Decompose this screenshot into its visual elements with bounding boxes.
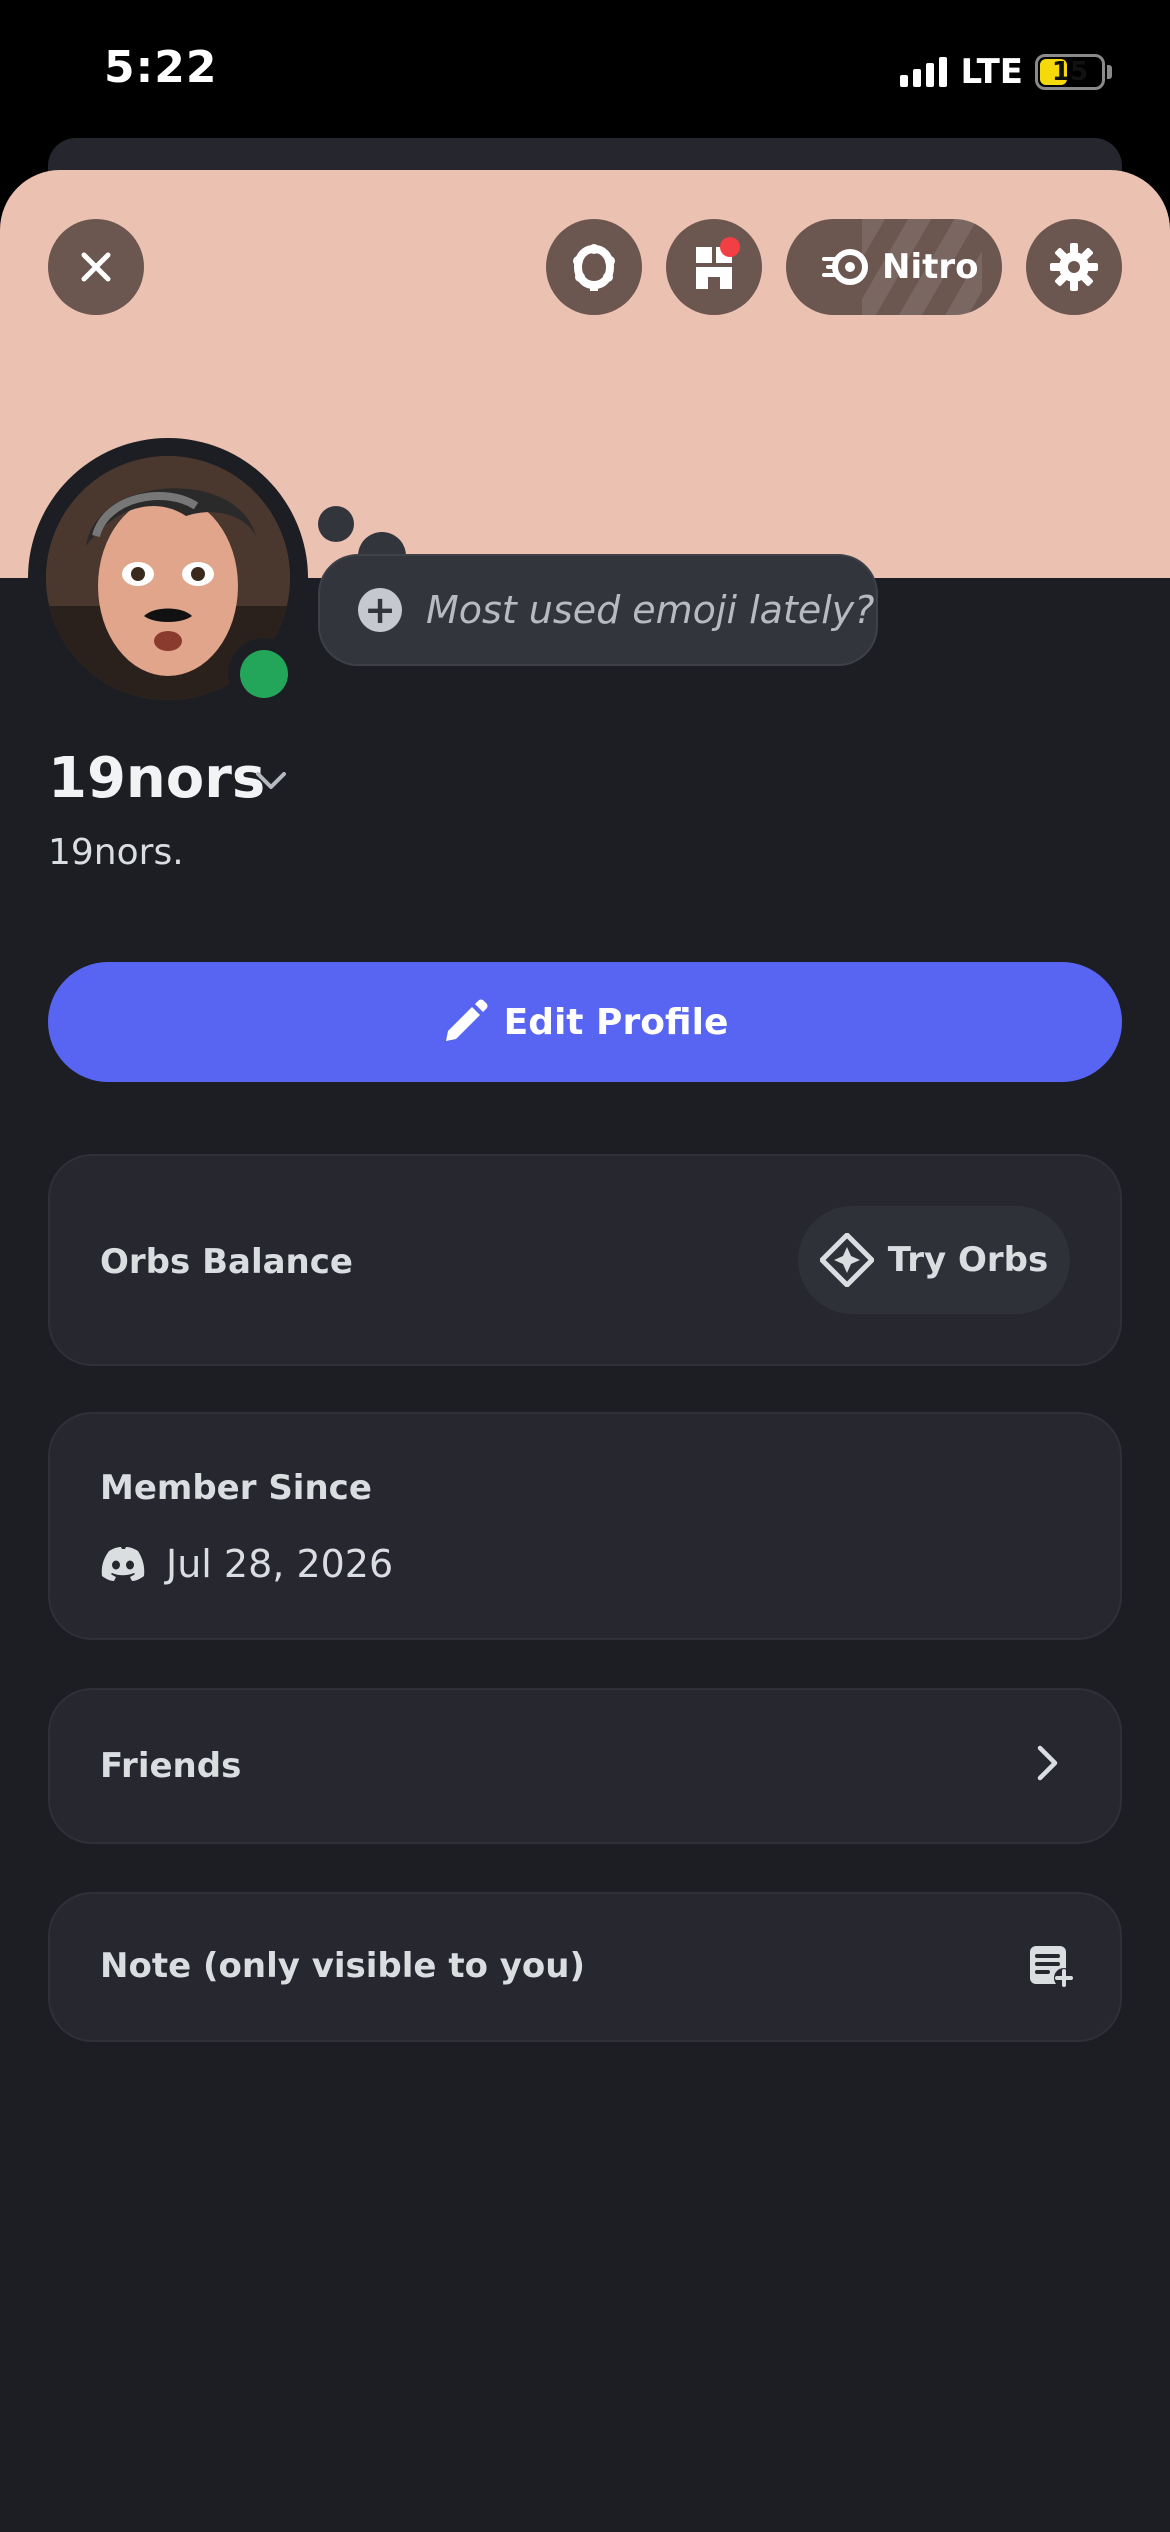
edit-profile-label: Edit Profile [503,1001,729,1043]
chevron-down-icon[interactable] [254,770,288,792]
try-orbs-button[interactable]: Try Orbs [798,1206,1070,1314]
close-icon [81,252,111,282]
online-status-dot [240,650,288,698]
thought-dot [318,506,354,542]
edit-profile-button[interactable]: Edit Profile [48,962,1122,1082]
network-label: LTE [960,52,1023,92]
orbs-balance-card: Orbs Balance Try Orbs [48,1154,1122,1366]
status-time: 5:22 [104,42,218,93]
nitro-button[interactable]: Nitro [786,219,1002,315]
orb-icon [819,1233,874,1287]
pencil-icon [445,999,488,1041]
nitro-label: Nitro [882,247,979,287]
wreath-icon [573,244,615,291]
friends-card[interactable]: Friends [48,1688,1122,1844]
gear-icon [1050,243,1098,291]
settings-button[interactable] [1026,219,1122,315]
discord-icon [101,1547,145,1581]
notification-dot [720,237,740,257]
username: 19nors. [48,832,184,873]
battery-icon: 15 [1035,54,1105,90]
profile-sheet: Nitro + Most used emoji lately? 19nors 1… [0,170,1170,2532]
display-name[interactable]: 19nors [48,746,265,811]
signal-icon [899,57,947,87]
friends-label: Friends [100,1746,242,1786]
status-indicators: LTE 15 [899,52,1112,92]
orbs-balance-label: Orbs Balance [100,1242,353,1282]
status-placeholder: Most used emoji lately? [426,588,875,632]
close-button[interactable] [48,219,144,315]
chevron-right-icon [1037,1745,1058,1781]
achievements-button[interactable] [546,219,642,315]
member-since-date: Jul 28, 2026 [166,1542,394,1586]
custom-status-bubble[interactable]: + Most used emoji lately? [318,554,878,666]
member-since-card: Member Since Jul 28, 2026 [48,1412,1122,1640]
try-orbs-label: Try Orbs [887,1240,1049,1280]
shop-button[interactable] [666,219,762,315]
plus-icon: + [358,588,402,632]
member-since-label: Member Since [100,1468,372,1508]
add-note-icon[interactable] [1028,1942,1074,1988]
status-bar: 5:22 LTE 15 [0,0,1170,140]
note-card[interactable]: Note (only visible to you) [48,1892,1122,2042]
battery-tip [1107,65,1112,79]
note-label: Note (only visible to you) [100,1946,586,1986]
battery-percent: 15 [1051,57,1089,87]
member-date-row: Jul 28, 2026 [100,1542,393,1586]
nitro-icon [822,249,868,285]
